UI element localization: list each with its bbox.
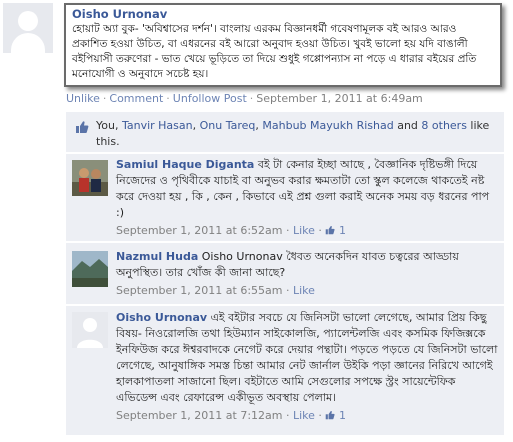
avatar[interactable] bbox=[72, 160, 108, 196]
comment-link[interactable]: Comment bbox=[109, 92, 163, 105]
default-avatar-body-icon bbox=[11, 33, 45, 53]
comment-meta: September 1, 2011 at 7:12am · Like · 1 bbox=[116, 409, 346, 422]
thumbs-up-icon bbox=[326, 410, 336, 420]
post-actions: Unlike · Comment · Unfollow Post · September 1… bbox=[66, 92, 423, 105]
unlike-link[interactable]: Unlike bbox=[66, 92, 100, 105]
post-author-link[interactable]: Oisho Urnonav bbox=[72, 7, 494, 21]
likes-and: and bbox=[393, 119, 422, 132]
comment-text: এই বইটার সবচে যে জিনিসটা ভালো লেগেছে, আম… bbox=[116, 311, 498, 404]
comment-meta: September 1, 2011 at 6:55am · Like bbox=[116, 284, 315, 297]
like-count[interactable]: 1 bbox=[339, 224, 346, 237]
thumbs-up-icon bbox=[326, 225, 336, 235]
comment-timestamp[interactable]: September 1, 2011 at 6:52am bbox=[116, 224, 283, 237]
comment-meta: September 1, 2011 at 6:52am · Like · 1 bbox=[116, 224, 346, 237]
liker-link[interactable]: Tanvir Hasan bbox=[122, 119, 193, 132]
comment-timestamp[interactable]: September 1, 2011 at 7:12am bbox=[116, 409, 283, 422]
post-text: হোয়াট অ্যা বুক- 'অবিশ্বাসের দর্শন'। বাং… bbox=[72, 23, 477, 80]
separator: · bbox=[249, 92, 254, 105]
unfollow-post-link[interactable]: Unfollow Post bbox=[173, 92, 247, 105]
facebook-post: Oisho Urnonav হোয়াট অ্যা বুক- 'অবিশ্বাস… bbox=[0, 0, 513, 442]
separator: · bbox=[166, 92, 170, 105]
liker-link[interactable]: Mahbub Mayukh Rishad bbox=[262, 119, 393, 132]
likes-prefix: You, bbox=[96, 119, 122, 132]
comment-timestamp[interactable]: September 1, 2011 at 6:55am bbox=[116, 284, 283, 297]
comment-item: Oisho Urnonav এই বইটার সবচে যে জিনিসটা ভ… bbox=[66, 305, 504, 435]
avatar[interactable] bbox=[3, 3, 53, 53]
thumbs-up-icon bbox=[76, 121, 89, 133]
avatar[interactable] bbox=[72, 251, 108, 287]
like-link[interactable]: Like bbox=[293, 284, 315, 297]
liker-link[interactable]: Onu Tareq bbox=[200, 119, 256, 132]
post-timestamp[interactable]: September 1, 2011 at 6:49am bbox=[256, 92, 423, 105]
comment-item: Nazmul Huda Oisho Urnonav ধৈবত অনেকদিন য… bbox=[66, 242, 504, 304]
like-link[interactable]: Like bbox=[293, 409, 315, 422]
avatar[interactable] bbox=[72, 312, 108, 348]
likes-summary: You, Tanvir Hasan, Onu Tareq, Mahbub May… bbox=[66, 112, 504, 152]
others-link[interactable]: 8 others bbox=[421, 119, 467, 132]
like-count[interactable]: 1 bbox=[339, 409, 346, 422]
comment-item: Samiul Haque Diganta বই টা কেনার ইচ্ছা আ… bbox=[66, 153, 504, 241]
comment-author-link[interactable]: Nazmul Huda bbox=[116, 250, 198, 263]
like-link[interactable]: Like bbox=[293, 224, 315, 237]
separator: · bbox=[102, 92, 107, 105]
comment-author-link[interactable]: Oisho Urnonav bbox=[116, 311, 207, 324]
post-content: Oisho Urnonav হোয়াট অ্যা বুক- 'অবিশ্বাস… bbox=[64, 3, 502, 87]
default-avatar-head-icon bbox=[18, 11, 38, 31]
comment-author-link[interactable]: Samiul Haque Diganta bbox=[116, 158, 254, 171]
